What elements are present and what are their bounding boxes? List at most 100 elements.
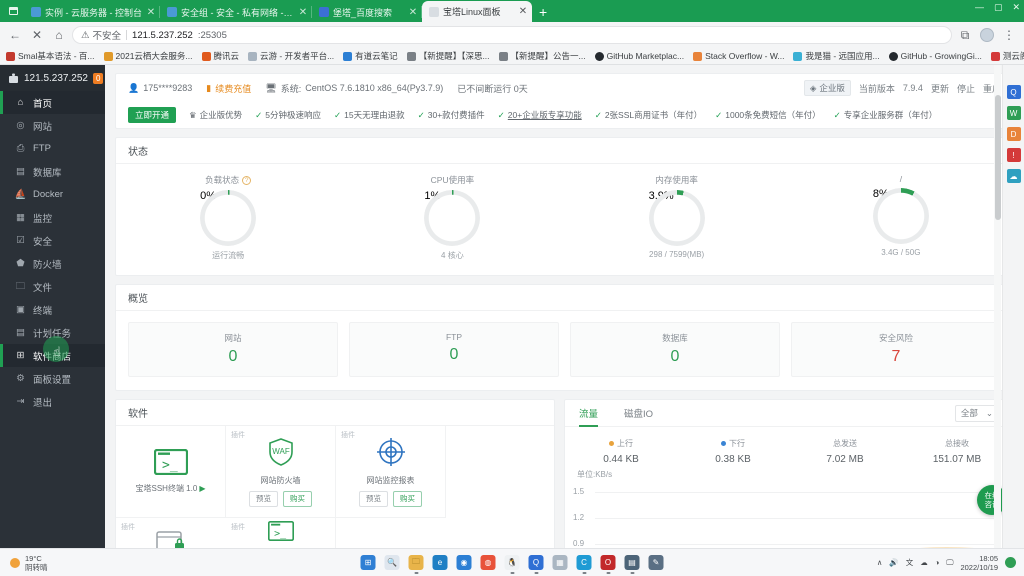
minimize-icon[interactable]: — <box>975 2 984 13</box>
update-button[interactable]: 更新 <box>931 82 949 95</box>
buy-button[interactable]: 购买 <box>283 490 312 507</box>
search-icon[interactable]: 🔍 <box>384 555 400 570</box>
back-icon[interactable]: ← <box>6 26 24 44</box>
tab-traffic[interactable]: 流量 <box>579 400 599 427</box>
bookmark-item[interactable]: Smal基本语法 - 百... <box>6 50 95 62</box>
rail-wechat-icon[interactable]: W <box>1006 106 1021 120</box>
sidebar-item-ftp[interactable]: ⎙ FTP <box>0 137 105 160</box>
bookmark-item[interactable]: GitHub - GrowingGi... <box>888 51 982 61</box>
security-warning[interactable]: ⚠ 不安全 <box>81 28 121 43</box>
wechat-icon[interactable]: C <box>576 555 592 570</box>
sidebar-item-website[interactable]: ◎ 网站 <box>0 114 105 137</box>
sidebar-item-home[interactable]: ⌂ 首页 <box>0 91 105 114</box>
software-item-antiintrusion[interactable]: 插件 >_ 宝塔防入侵 <box>226 518 336 548</box>
address-bar[interactable]: ⚠ 不安全 121.5.237.252 :25305 <box>72 26 952 44</box>
close-icon[interactable]: ✕ <box>298 7 308 18</box>
avatar[interactable] <box>980 28 994 42</box>
bookmark-item[interactable]: 【新提醒】公告一... <box>498 50 586 62</box>
software-item-waf[interactable]: 插件 WAF 网站防火墙 预览 购买 <box>226 426 336 518</box>
sidebar-item-settings[interactable]: ⚙ 面板设置 <box>0 367 105 390</box>
upgrade-button[interactable]: 立即开通 <box>128 107 177 123</box>
tab-disk-io[interactable]: 磁盘IO <box>624 400 653 427</box>
browser-tab[interactable]: 安全组 - 安全 - 私有网络 - 控制台 ✕ <box>160 2 312 22</box>
overview-box-risk[interactable]: 安全风险 7 <box>791 322 1001 377</box>
buy-button[interactable]: 购买 <box>393 490 422 507</box>
sidebar-item-security[interactable]: ☑ 安全 <box>0 229 105 252</box>
tab-search-icon[interactable] <box>2 0 24 22</box>
preview-button[interactable]: 预览 <box>359 490 388 507</box>
bookmark-item[interactable]: 我是猫 - 远国应用... <box>793 50 880 62</box>
close-icon[interactable]: ✕ <box>408 7 418 18</box>
sidebar-item-firewall[interactable]: ⬟ 防火墙 <box>0 252 105 275</box>
renew-button[interactable]: ▮ 续费充值 <box>206 82 251 95</box>
menu-icon[interactable]: ⋮ <box>1000 26 1018 44</box>
software-item-monitor-report[interactable]: 插件 网站监控报表 预览 购买 <box>336 426 446 518</box>
uptime-label: 已不间断运行 0天 <box>457 83 528 94</box>
weather-widget[interactable]: 19°C 阴转晴 <box>0 554 48 572</box>
tray-ime-icon[interactable]: 文 <box>906 557 914 568</box>
sidebar-item-logout[interactable]: ⇥ 退出 <box>0 390 105 413</box>
sidebar-item-files[interactable]: 🗀 文件 <box>0 275 105 298</box>
browser-tab[interactable]: 堡塔_百度搜索 ✕ <box>312 2 422 22</box>
overview-box-website[interactable]: 网站 0 <box>128 322 338 377</box>
bookmark-item[interactable]: 【新提醒】【深思... <box>406 50 490 62</box>
file-explorer-icon[interactable]: 🗀 <box>408 555 424 570</box>
bookmark-item[interactable]: 有道云笔记 <box>343 50 398 62</box>
tray-expand-icon[interactable]: ∧ <box>877 558 883 567</box>
notification-badge[interactable]: 0 <box>92 72 104 84</box>
close-window-icon[interactable]: ✕ <box>1012 2 1020 13</box>
overview-box-ftp[interactable]: FTP 0 <box>349 322 559 377</box>
chart-icon[interactable]: ▦ <box>552 555 568 570</box>
sidebar-item-database[interactable]: ▤ 数据库 <box>0 160 105 183</box>
stop-button[interactable]: 停止 <box>957 82 975 95</box>
software-item-antitamper[interactable]: 插件 宝塔企业级防篡改 购买 <box>116 518 226 548</box>
help-icon[interactable]: ? <box>242 175 252 185</box>
page-scrollbar-thumb[interactable] <box>994 95 1001 220</box>
sidebar-item-monitor[interactable]: ▦ 监控 <box>0 206 105 229</box>
bookmark-item[interactable]: 2021云栖大会服务... <box>103 50 193 62</box>
chrome-icon[interactable]: ◍ <box>480 555 496 570</box>
promo-item[interactable]: ✓ 20+企业版专享功能 <box>498 109 582 121</box>
rail-alert-icon[interactable]: ! <box>1006 148 1021 162</box>
bookmark-item[interactable]: 云游 - 开发者平台... <box>248 50 334 62</box>
new-tab-button[interactable]: + <box>532 4 554 22</box>
browser-tab[interactable]: 实例 - 云服务器 - 控制台 ✕ <box>24 2 160 22</box>
rail-cloud-icon[interactable]: ☁ <box>1006 169 1021 183</box>
overview-box-database[interactable]: 数据库 0 <box>570 322 780 377</box>
software-item-ssh[interactable]: >_ 宝塔SSH终端 1.0 ▶ <box>116 426 226 518</box>
bookmark-item[interactable]: Stack Overflow - W... <box>693 51 784 61</box>
edition-badge[interactable]: ◈ 企业版 <box>803 80 851 96</box>
sidebar-item-docker[interactable]: ⛵ Docker <box>0 183 105 206</box>
browser-tab-active[interactable]: 宝塔Linux面板 ✕ <box>422 1 532 22</box>
tray-network-icon[interactable]: ◑ <box>935 558 940 567</box>
maximize-icon[interactable]: ▢ <box>994 2 1003 13</box>
sidebar-item-terminal[interactable]: ▣ 终端 <box>0 298 105 321</box>
rail-qq-icon[interactable]: Q <box>1006 85 1021 99</box>
opera-icon[interactable]: O <box>600 555 616 570</box>
close-icon[interactable]: ✕ <box>518 6 528 17</box>
app-icon[interactable]: ◉ <box>456 555 472 570</box>
tray-volume-icon[interactable]: 🔊 <box>889 558 898 567</box>
tray-cloud-icon[interactable]: ☁ <box>920 558 928 567</box>
start-icon[interactable]: ⊞ <box>360 555 376 570</box>
bookmark-item[interactable]: 腾讯云 <box>201 50 239 62</box>
list-icon[interactable]: ▤ <box>624 555 640 570</box>
bookmark-item[interactable]: 测云阁安全 <box>990 50 1024 62</box>
penguin-icon[interactable]: 🐧 <box>504 555 520 570</box>
play-icon[interactable]: ▶ <box>199 484 205 493</box>
stop-icon[interactable]: ✕ <box>28 26 46 44</box>
bookmark-item[interactable]: GitHub Marketplac... <box>594 51 684 61</box>
preview-button[interactable]: 预览 <box>249 490 278 507</box>
traffic-filter-select[interactable]: 全部 ⌄ <box>954 404 999 422</box>
taskbar-clock[interactable]: 18:05 2022/10/19 <box>960 554 998 572</box>
rail-doc-icon[interactable]: D <box>1006 127 1021 141</box>
tray-screen-icon[interactable]: 🖵 <box>946 558 953 568</box>
tool-icon[interactable]: ✎ <box>648 555 664 570</box>
edge-icon[interactable]: e <box>432 555 448 570</box>
extensions-icon[interactable]: ⧉ <box>956 26 974 44</box>
close-icon[interactable]: ✕ <box>146 7 156 18</box>
qq-icon[interactable]: Q <box>528 555 544 570</box>
sidebar-item-store[interactable]: ⊞ 软件商店 ☝ <box>0 336 105 367</box>
notification-icon[interactable] <box>1005 557 1016 568</box>
home-icon[interactable]: ⌂ <box>50 26 68 44</box>
